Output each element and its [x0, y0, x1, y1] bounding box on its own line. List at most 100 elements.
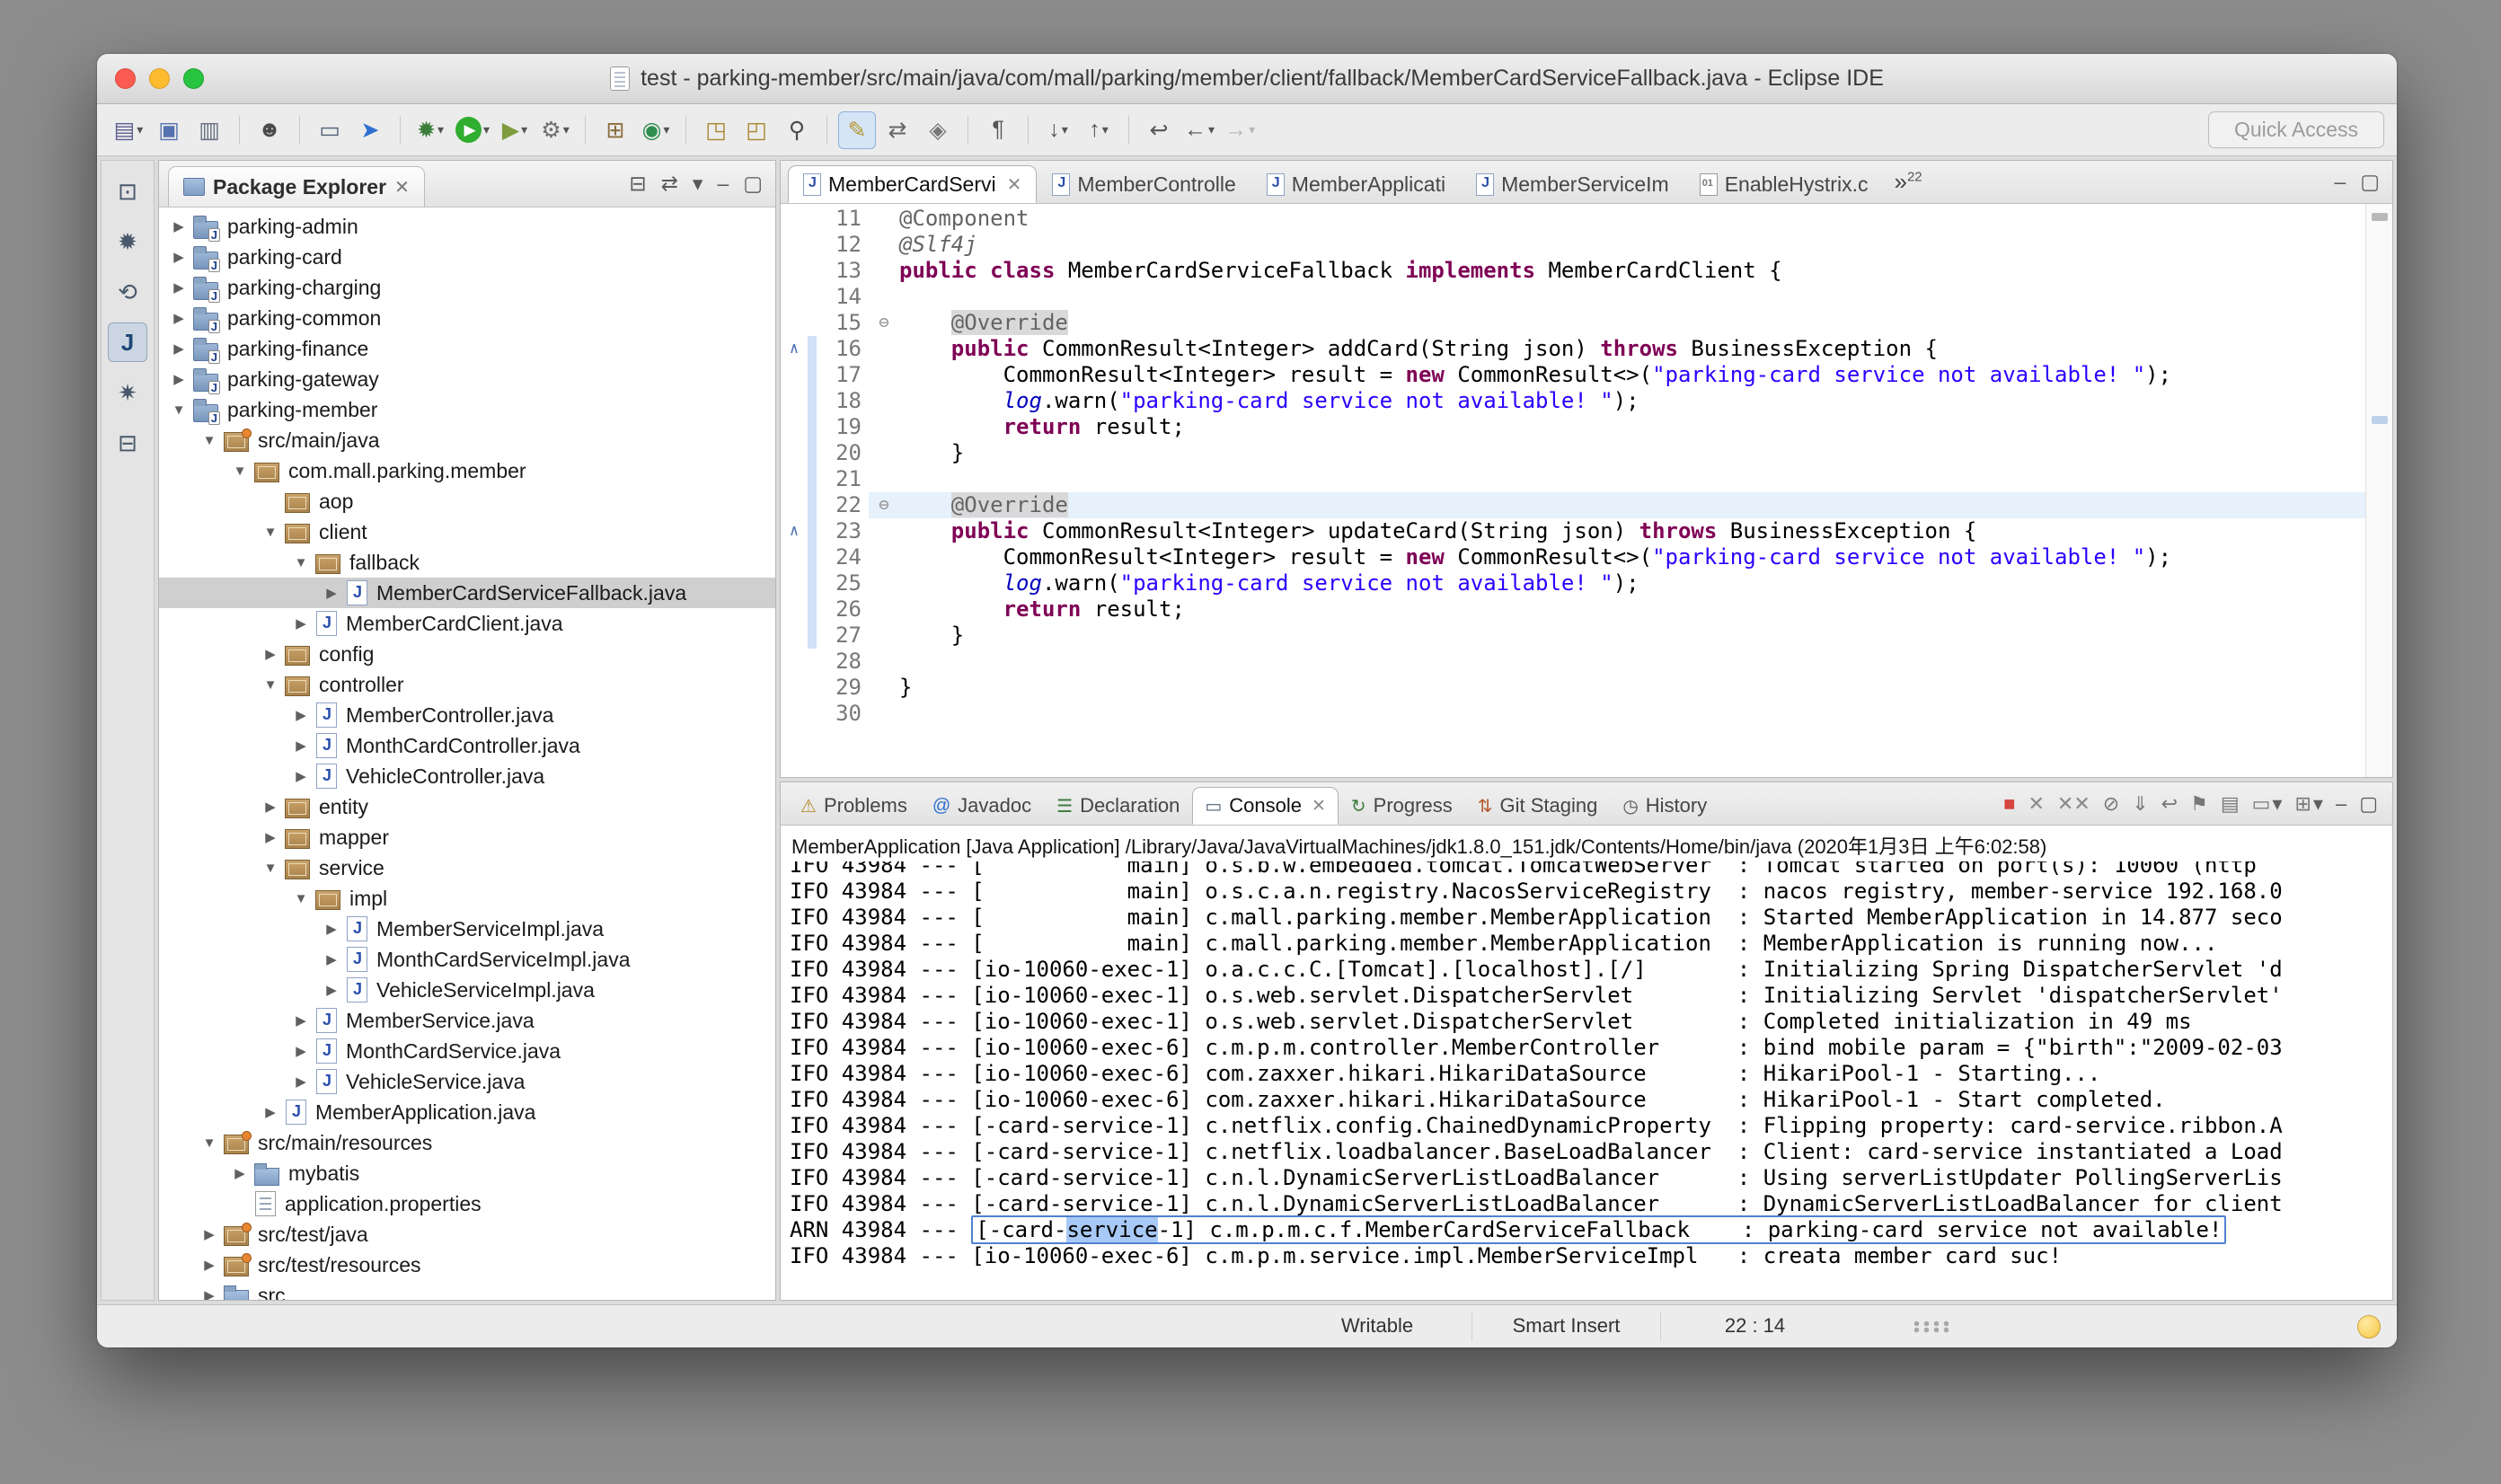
- show-annotations-icon[interactable]: ◈: [919, 111, 957, 149]
- maximize-view-icon[interactable]: ▢: [2359, 792, 2378, 816]
- view-tab-progress[interactable]: ↻Progress: [1339, 787, 1465, 825]
- tree-item[interactable]: ▶mapper: [159, 822, 775, 852]
- terminate-icon[interactable]: ■: [2003, 792, 2015, 816]
- view-menu-icon[interactable]: ▾: [693, 172, 703, 196]
- code-line[interactable]: 22⊖ @Override: [781, 492, 2365, 518]
- view-tab-declaration[interactable]: ☰Declaration: [1044, 787, 1192, 825]
- debug-icon[interactable]: ✹▾: [411, 111, 449, 149]
- fold-collapse-icon[interactable]: ⊖: [869, 310, 899, 336]
- coverage-icon[interactable]: ▶▾: [496, 111, 534, 149]
- tree-item[interactable]: ▶VehicleService.java: [159, 1066, 775, 1097]
- back-icon[interactable]: ←▾: [1180, 111, 1218, 149]
- tree-collapsed-arrow-icon[interactable]: ▶: [258, 829, 283, 845]
- display-selected-console-icon[interactable]: ▭▾: [2252, 792, 2283, 816]
- remove-all-launches-icon[interactable]: ✕✕: [2057, 792, 2090, 816]
- editor-tab[interactable]: MemberApplicati: [1251, 165, 1461, 203]
- show-console-icon[interactable]: ▭: [311, 111, 349, 149]
- tree-expanded-arrow-icon[interactable]: ▼: [197, 433, 222, 448]
- close-button[interactable]: [115, 68, 136, 89]
- tree-item[interactable]: application.properties: [159, 1188, 775, 1219]
- team-sync-icon[interactable]: ⟲: [108, 272, 147, 312]
- tree-item[interactable]: ▼src/main/resources: [159, 1127, 775, 1158]
- show-whitespace-icon[interactable]: ¶: [979, 111, 1017, 149]
- tree-item[interactable]: ▶parking-card: [159, 242, 775, 272]
- close-tab-icon[interactable]: ✕: [1007, 173, 1022, 196]
- tree-item[interactable]: ▶mybatis: [159, 1158, 775, 1188]
- zoom-button[interactable]: [183, 68, 204, 89]
- code-editor[interactable]: 11@Component12@Slf4j13public class Membe…: [781, 204, 2392, 777]
- code-line[interactable]: 11@Component: [781, 206, 2365, 232]
- code-line[interactable]: 24 CommonResult<Integer> result = new Co…: [781, 544, 2365, 570]
- tree-collapsed-arrow-icon[interactable]: ▶: [288, 738, 314, 754]
- minimize-view-icon[interactable]: –: [2334, 170, 2346, 194]
- tree-collapsed-arrow-icon[interactable]: ▶: [288, 1073, 314, 1090]
- import-jar-icon[interactable]: ◳: [697, 111, 735, 149]
- new-window-icon[interactable]: ⊡: [108, 172, 147, 211]
- tree-collapsed-arrow-icon[interactable]: ▶: [227, 1165, 252, 1181]
- code-line[interactable]: 18 log.warn("parking-card service not av…: [781, 388, 2365, 414]
- tree-item[interactable]: ▼com.mall.parking.member: [159, 455, 775, 486]
- tree-collapsed-arrow-icon[interactable]: ▶: [166, 310, 191, 326]
- tree-collapsed-arrow-icon[interactable]: ▶: [166, 218, 191, 234]
- tree-item[interactable]: ▶MonthCardService.java: [159, 1036, 775, 1066]
- next-annotation-icon[interactable]: ↓▾: [1039, 111, 1077, 149]
- code-line[interactable]: 28: [781, 649, 2365, 675]
- tree-item[interactable]: ▼impl: [159, 883, 775, 914]
- code-line[interactable]: 15⊖ @Override: [781, 310, 2365, 336]
- tree-expanded-arrow-icon[interactable]: ▼: [166, 402, 191, 418]
- new-java-class-icon[interactable]: ◉▾: [637, 111, 675, 149]
- new-wizard-icon[interactable]: ▤▾: [110, 111, 147, 149]
- tree-collapsed-arrow-icon[interactable]: ▶: [258, 799, 283, 815]
- new-java-package-icon[interactable]: ⊞: [597, 111, 634, 149]
- minimize-view-icon[interactable]: –: [717, 172, 729, 196]
- tree-item[interactable]: ▶src: [159, 1280, 775, 1300]
- collapse-all-icon[interactable]: ⊟: [629, 172, 646, 196]
- tree-item[interactable]: ▶parking-common: [159, 303, 775, 333]
- mark-occurrences-icon[interactable]: ✎: [838, 111, 876, 149]
- notification-bulb-icon[interactable]: [2357, 1315, 2381, 1338]
- code-line[interactable]: 25 log.warn("parking-card service not av…: [781, 570, 2365, 596]
- code-line[interactable]: 17 CommonResult<Integer> result = new Co…: [781, 362, 2365, 388]
- quick-access-button[interactable]: Quick Access: [2208, 111, 2384, 148]
- tree-item[interactable]: ▼service: [159, 852, 775, 883]
- view-tab-history[interactable]: ◷History: [1610, 787, 1719, 825]
- code-line[interactable]: 21: [781, 466, 2365, 492]
- tree-collapsed-arrow-icon[interactable]: ▶: [288, 1012, 314, 1029]
- element-picker-icon[interactable]: ➤: [351, 111, 389, 149]
- code-line[interactable]: 29}: [781, 675, 2365, 701]
- clear-console-icon[interactable]: ⊘: [2103, 792, 2119, 816]
- tree-collapsed-arrow-icon[interactable]: ▶: [319, 585, 344, 601]
- tree-expanded-arrow-icon[interactable]: ▼: [258, 677, 283, 693]
- code-line[interactable]: 27 }: [781, 623, 2365, 649]
- tree-item[interactable]: ▶VehicleController.java: [159, 761, 775, 791]
- code-line[interactable]: ∧16 public CommonResult<Integer> addCard…: [781, 336, 2365, 362]
- tree-expanded-arrow-icon[interactable]: ▼: [258, 861, 283, 876]
- tree-item[interactable]: ▼client: [159, 517, 775, 547]
- tree-item[interactable]: ▶src/test/resources: [159, 1250, 775, 1280]
- tree-item[interactable]: ▶MonthCardController.java: [159, 730, 775, 761]
- code-line[interactable]: 20 }: [781, 440, 2365, 466]
- package-explorer-tab[interactable]: Package Explorer ✕: [168, 166, 425, 207]
- code-line[interactable]: 14: [781, 284, 2365, 310]
- junit-icon[interactable]: ✷: [108, 373, 147, 412]
- editor-tab[interactable]: MemberServiceIm: [1461, 165, 1684, 203]
- console-log[interactable]: IFO 43984 --- [ main] o.s.b.w.embedded.t…: [781, 861, 2392, 1300]
- export-jar-icon[interactable]: ◰: [738, 111, 775, 149]
- close-view-icon[interactable]: ✕: [394, 176, 410, 199]
- view-tab-problems[interactable]: ⚠Problems: [788, 787, 920, 825]
- external-tools-icon[interactable]: ⚙▾: [536, 111, 574, 149]
- editor-tab[interactable]: MemberControlle: [1037, 165, 1250, 203]
- tree-collapsed-arrow-icon[interactable]: ▶: [319, 951, 344, 967]
- package-explorer-tree[interactable]: ▶parking-admin▶parking-card▶parking-char…: [159, 208, 775, 1300]
- editor-tab[interactable]: EnableHystrix.c: [1684, 165, 1884, 203]
- overview-ruler[interactable]: [2365, 204, 2392, 777]
- forward-icon[interactable]: →▾: [1221, 111, 1259, 149]
- tree-item[interactable]: ▼controller: [159, 669, 775, 700]
- tree-item[interactable]: ▼fallback: [159, 547, 775, 578]
- pin-console-icon[interactable]: ⚑: [2190, 792, 2208, 816]
- minimize-button[interactable]: [149, 68, 170, 89]
- tree-collapsed-arrow-icon[interactable]: ▶: [197, 1287, 222, 1300]
- package-explorer-icon[interactable]: ⊟: [108, 423, 147, 463]
- java-perspective-icon[interactable]: J: [108, 322, 147, 362]
- tree-collapsed-arrow-icon[interactable]: ▶: [258, 1104, 283, 1120]
